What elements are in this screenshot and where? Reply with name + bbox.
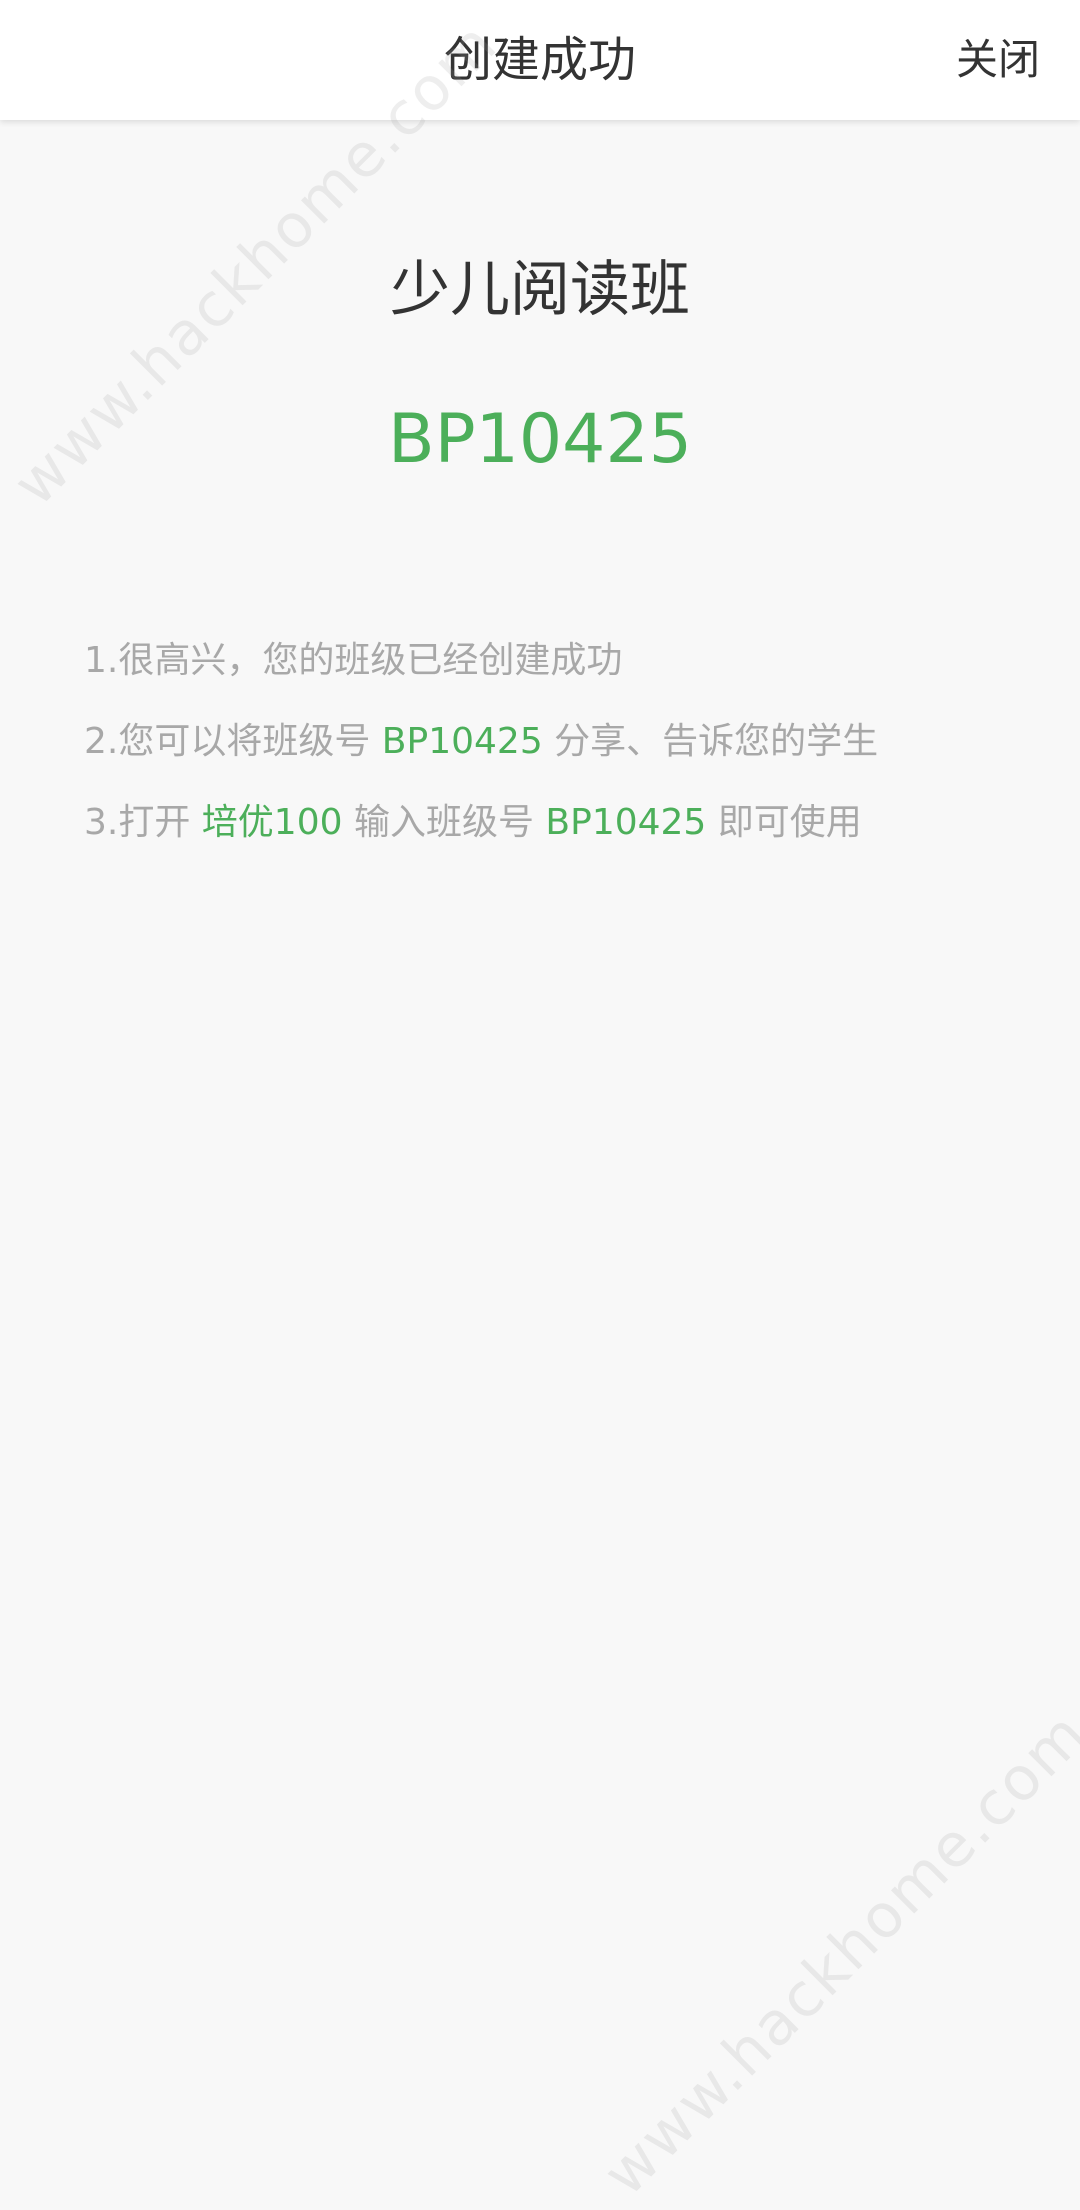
class-code: BP10425 (388, 400, 692, 479)
instruction-text: 2.您可以将班级号 (84, 721, 382, 762)
class-code-inline: BP10425 (545, 802, 707, 843)
instruction-line-1: 1.很高兴，您的班级已经创建成功 (84, 620, 1044, 701)
instruction-text: 输入班级号 (342, 802, 546, 843)
app-name-inline: 培优100 (201, 802, 343, 843)
page-title: 创建成功 (443, 32, 636, 88)
watermark-bottom: www.hackhome.com (590, 1698, 1080, 2210)
instruction-line-3: 3.打开 培优100 输入班级号 BP10425 即可使用 (84, 782, 1044, 863)
class-code-inline: BP10425 (381, 721, 543, 762)
instructions-list: 1.很高兴，您的班级已经创建成功 2.您可以将班级号 BP10425 分享、告诉… (84, 620, 1044, 863)
instruction-line-2: 2.您可以将班级号 BP10425 分享、告诉您的学生 (84, 701, 1044, 782)
class-name: 少儿阅读班 (390, 255, 690, 325)
instruction-text: 3.打开 (84, 802, 202, 843)
instruction-text: 即可使用 (706, 802, 862, 843)
close-button[interactable]: 关闭 (956, 0, 1040, 120)
top-bar: 创建成功 关闭 (0, 0, 1080, 120)
instruction-text: 分享、告诉您的学生 (542, 721, 879, 762)
instruction-text: 1.很高兴，您的班级已经创建成功 (84, 640, 623, 681)
